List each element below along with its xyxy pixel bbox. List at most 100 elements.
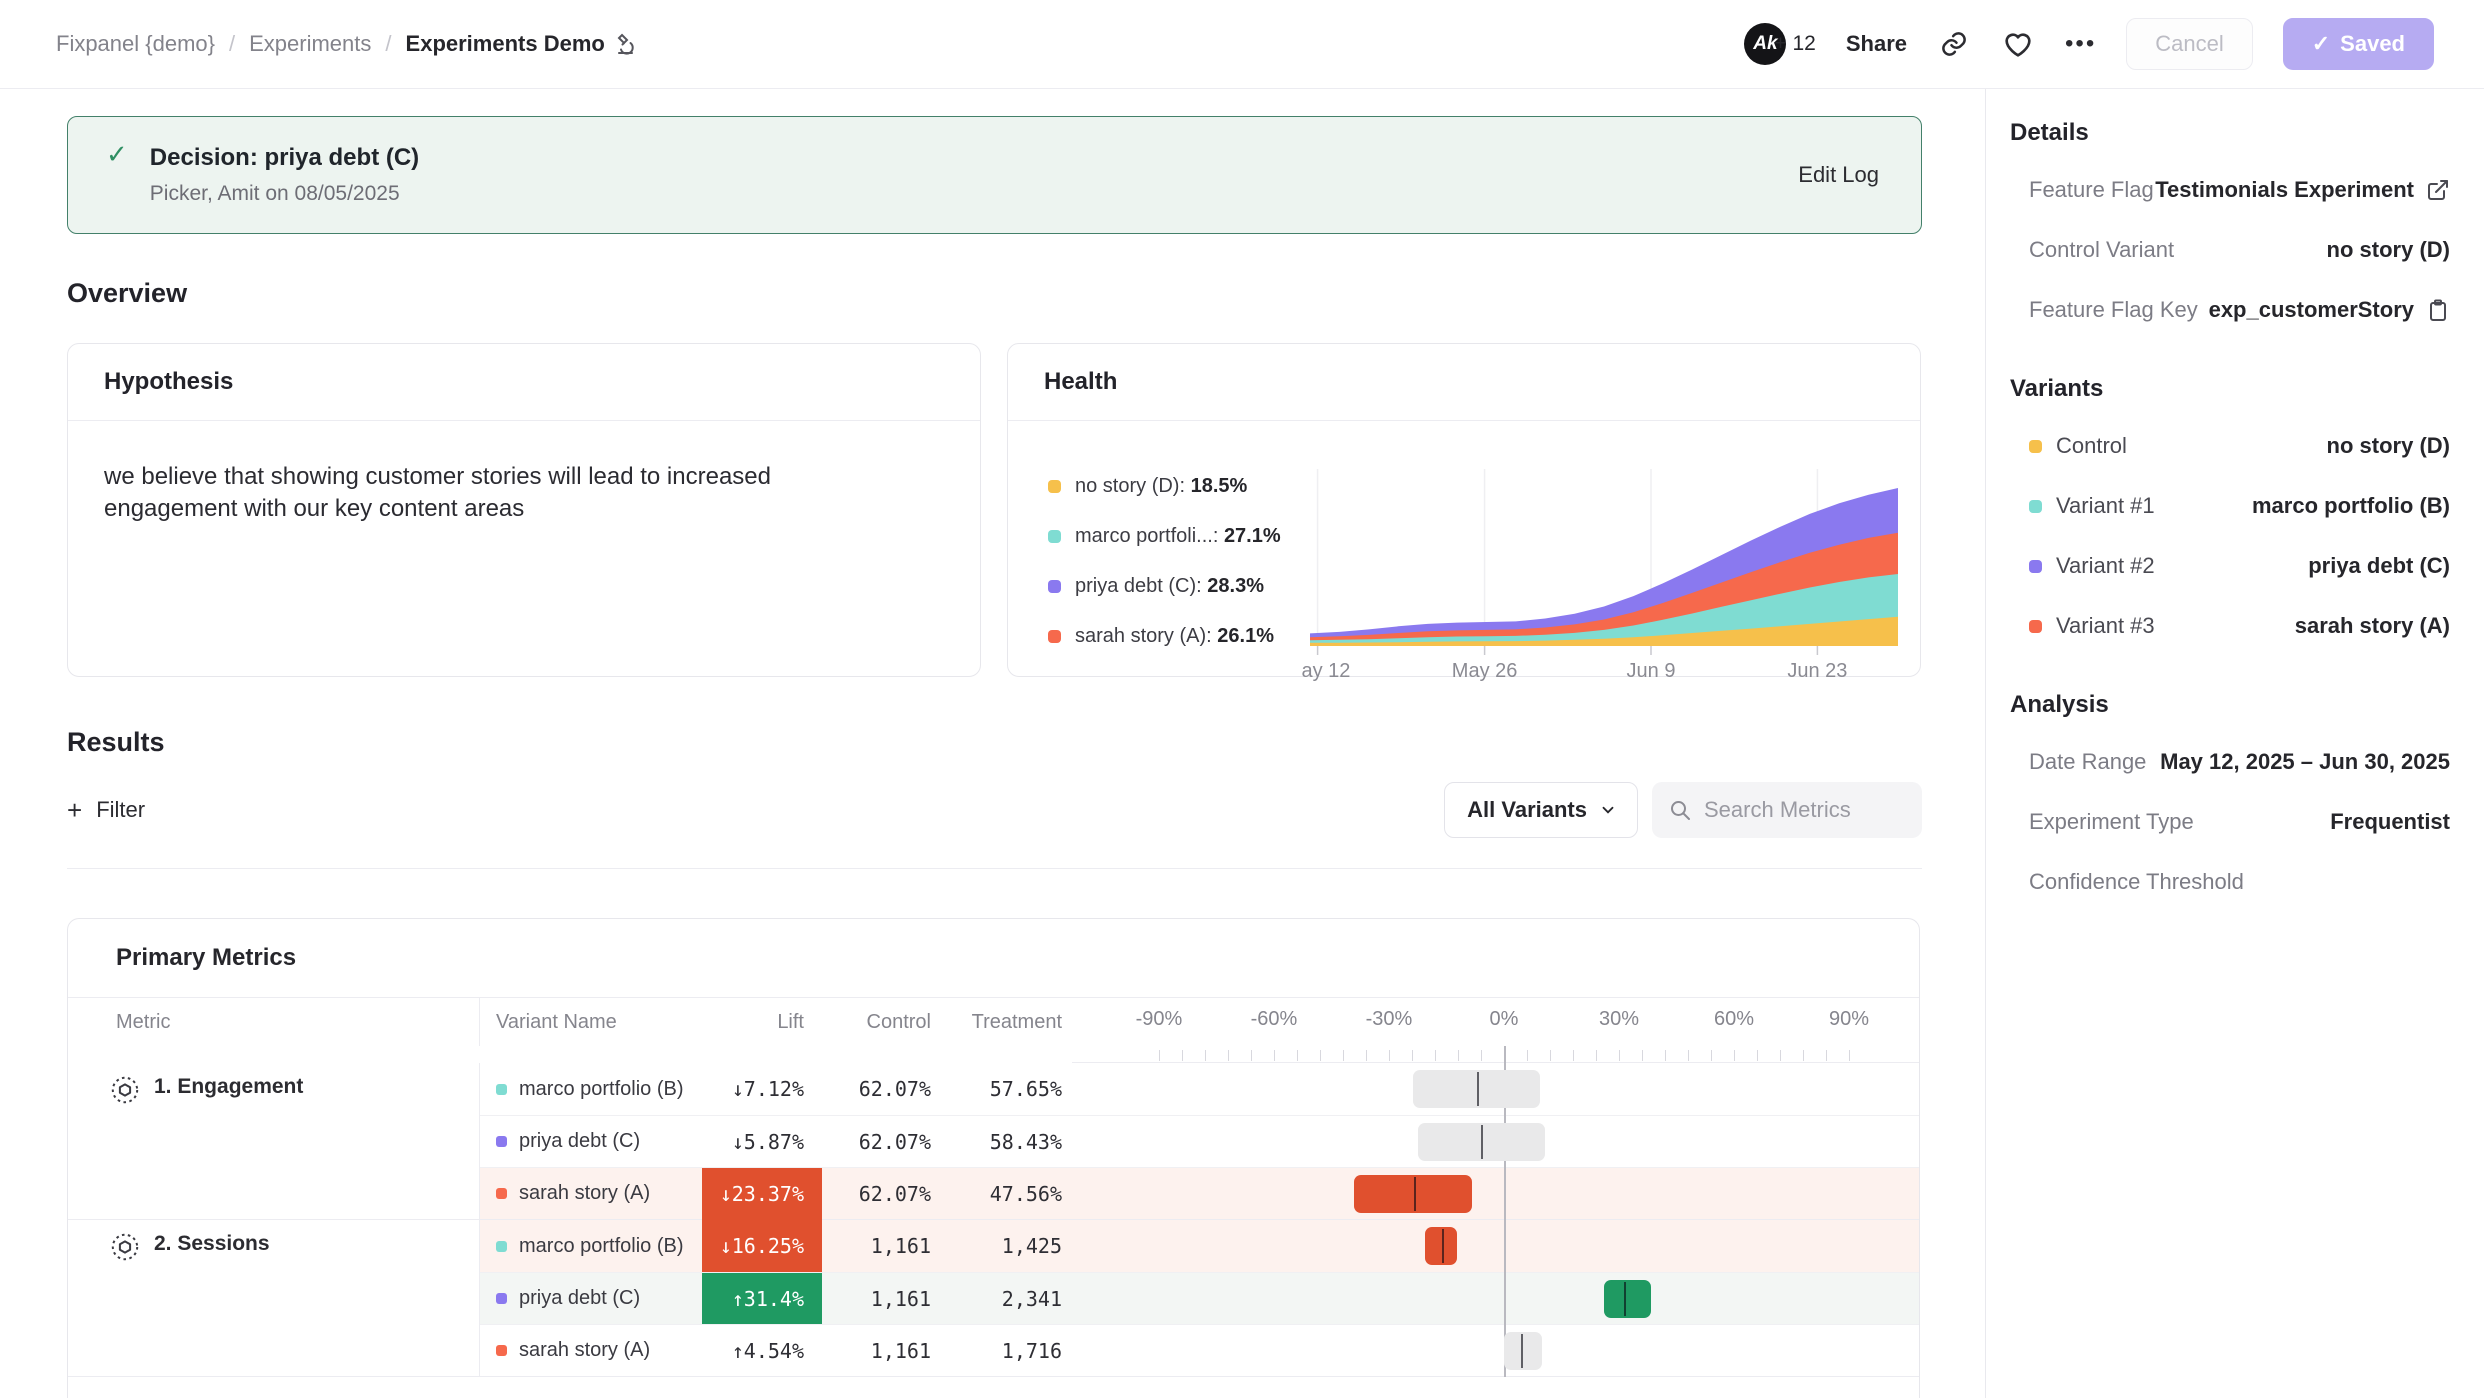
lift-axis-labels: -90%-60%-30%0%30%60%90% xyxy=(1072,998,1919,1046)
variant-name-cell: sarah story (A) xyxy=(480,1339,702,1362)
variant-swatch xyxy=(2029,440,2042,453)
variant-row: Variant #2priya debt (C) xyxy=(2029,553,2450,579)
mean-lift-tick xyxy=(1521,1334,1523,1368)
detail-value: no story (D) xyxy=(2327,237,2450,263)
table-row[interactable]: sarah story (A)↑4.54%1,1611,716 xyxy=(480,1324,1919,1376)
ruler-tick xyxy=(1688,1050,1689,1061)
table-row[interactable]: marco portfolio (B)↓7.12%62.07%57.65% xyxy=(480,1063,1919,1115)
variants-heading: Variants xyxy=(2010,375,2450,403)
mean-lift-tick xyxy=(1624,1282,1626,1316)
more-menu-button[interactable]: ••• xyxy=(2065,30,2096,58)
ruler-tick xyxy=(1228,1050,1229,1061)
column-header-metric: Metric xyxy=(68,998,480,1046)
legend-swatch xyxy=(1048,580,1061,593)
search-metrics-box xyxy=(1652,782,1922,838)
ruler-tick xyxy=(1435,1050,1436,1061)
confidence-interval-cell xyxy=(1072,1325,1919,1377)
ruler-tick xyxy=(1573,1050,1574,1061)
legend-label: no story (D): 18.5% xyxy=(1075,475,1247,498)
variant-swatch xyxy=(2029,620,2042,633)
variant-color-dot xyxy=(496,1293,507,1304)
lift-cell: ↑4.54% xyxy=(702,1325,822,1377)
axis-tick-label: -90% xyxy=(1136,1008,1183,1031)
hypothesis-title: Hypothesis xyxy=(68,344,980,421)
results-toolbar: + Filter All Variants xyxy=(67,782,1922,869)
primary-metrics-title: Primary Metrics xyxy=(68,919,1919,998)
axis-tick-label: 90% xyxy=(1829,1008,1869,1031)
breadcrumb-item[interactable]: Experiments Demo xyxy=(406,31,637,57)
variant-name-cell: priya debt (C) xyxy=(480,1287,702,1310)
metric-cell[interactable]: 2. Sessions xyxy=(68,1220,480,1376)
legend-value: 18.5% xyxy=(1191,475,1248,497)
confidence-interval-bar[interactable] xyxy=(1604,1280,1651,1318)
ruler-tick xyxy=(1412,1050,1413,1061)
treatment-value-cell: 2,341 xyxy=(945,1287,1072,1311)
treatment-value-cell: 58.43% xyxy=(945,1130,1072,1154)
breadcrumb-item[interactable]: Fixpanel {demo} xyxy=(56,31,215,57)
breadcrumb-item[interactable]: Experiments xyxy=(249,31,371,57)
variant-value: marco portfolio (B) xyxy=(2252,493,2450,519)
details-sidebar: Details Feature FlagTestimonials Experim… xyxy=(1985,89,2484,1398)
axis-tick-label: -60% xyxy=(1251,1008,1298,1031)
lift-cell: ↓23.37% xyxy=(702,1168,822,1220)
confidence-interval-cell xyxy=(1072,1168,1919,1220)
ruler-tick xyxy=(1481,1050,1482,1061)
external-link-icon[interactable] xyxy=(2426,178,2450,202)
analysis-value: Frequentist xyxy=(2330,809,2450,835)
mean-lift-tick xyxy=(1481,1125,1483,1159)
decision-check-icon: ✓ xyxy=(106,139,128,170)
microscope-icon xyxy=(613,32,637,56)
edit-log-button[interactable]: Edit Log xyxy=(1798,162,1879,188)
ruler-tick xyxy=(1665,1050,1666,1061)
analysis-row: Confidence Threshold xyxy=(2029,869,2450,895)
legend-value: 26.1% xyxy=(1217,625,1274,647)
metric-target-icon xyxy=(110,1075,140,1105)
saved-button[interactable]: ✓ Saved xyxy=(2283,18,2434,70)
copy-link-icon[interactable] xyxy=(1937,27,1971,61)
top-header-bar: Fixpanel {demo}/Experiments/Experiments … xyxy=(0,0,2484,89)
metric-rows: marco portfolio (B)↓7.12%62.07%57.65%pri… xyxy=(480,1063,1919,1219)
search-metrics-input[interactable] xyxy=(1704,797,1904,823)
cancel-button[interactable]: Cancel xyxy=(2126,18,2252,70)
clipboard-icon[interactable] xyxy=(2426,298,2450,322)
table-row[interactable]: marco portfolio (B)↓16.25%1,1611,425 xyxy=(480,1220,1919,1272)
health-card: Health no story (D): 18.5%marco portfoli… xyxy=(1007,343,1921,677)
legend-label: sarah story (A): 26.1% xyxy=(1075,625,1274,648)
variant-label: marco portfolio (B) xyxy=(519,1235,684,1258)
ruler-tick xyxy=(1757,1050,1758,1061)
table-row[interactable]: sarah story (A)↓23.37%62.07%47.56% xyxy=(480,1167,1919,1219)
metric-cell[interactable]: 1. Engagement xyxy=(68,1063,480,1219)
breadcrumb-separator: / xyxy=(385,31,391,57)
variant-swatch xyxy=(2029,560,2042,573)
ruler-tick xyxy=(1711,1050,1712,1061)
mean-lift-tick xyxy=(1477,1072,1479,1106)
metric-name: 2. Sessions xyxy=(154,1232,270,1256)
detail-label: Feature Flag Key xyxy=(2029,297,2198,323)
collaborators-count[interactable]: + 12 xyxy=(1774,32,1815,56)
favorite-heart-icon[interactable] xyxy=(2001,27,2035,61)
table-row[interactable]: priya debt (C)↓5.87%62.07%58.43% xyxy=(480,1115,1919,1167)
variants-dropdown[interactable]: All Variants xyxy=(1444,782,1638,838)
treatment-value-cell: 47.56% xyxy=(945,1182,1072,1206)
health-legend-item: no story (D): 18.5% xyxy=(1048,475,1300,498)
variant-color-dot xyxy=(496,1241,507,1252)
share-button[interactable]: Share xyxy=(1846,31,1907,57)
add-filter-button[interactable]: + Filter xyxy=(67,797,145,823)
confidence-interval-bar[interactable] xyxy=(1354,1175,1472,1213)
primary-metrics-card: Primary Metrics MetricVariant NameLiftCo… xyxy=(67,918,1920,1398)
hypothesis-card: Hypothesis we believe that showing custo… xyxy=(67,343,981,677)
analysis-value: May 12, 2025 – Jun 30, 2025 xyxy=(2160,749,2450,775)
variant-slot-label: Control xyxy=(2056,433,2127,459)
metric-group: 2. Sessions marco portfolio (B)↓16.25%1,1… xyxy=(68,1220,1919,1377)
detail-value-text: exp_customerStory xyxy=(2209,297,2414,323)
legend-value: 28.3% xyxy=(1207,575,1264,597)
add-metric-button[interactable]: + Add xyxy=(68,1377,1919,1398)
health-legend-item: marco portfoli...: 27.1% xyxy=(1048,525,1300,548)
ruler-tick xyxy=(1849,1050,1850,1061)
variant-swatch xyxy=(2029,500,2042,513)
analysis-heading: Analysis xyxy=(2010,691,2450,719)
health-legend: no story (D): 18.5% marco portfoli...: 27… xyxy=(1048,451,1300,691)
table-row[interactable]: priya debt (C)↑31.4%1,1612,341 xyxy=(480,1272,1919,1324)
lift-cell: ↓5.87% xyxy=(702,1116,822,1168)
ruler-tick xyxy=(1251,1050,1252,1061)
